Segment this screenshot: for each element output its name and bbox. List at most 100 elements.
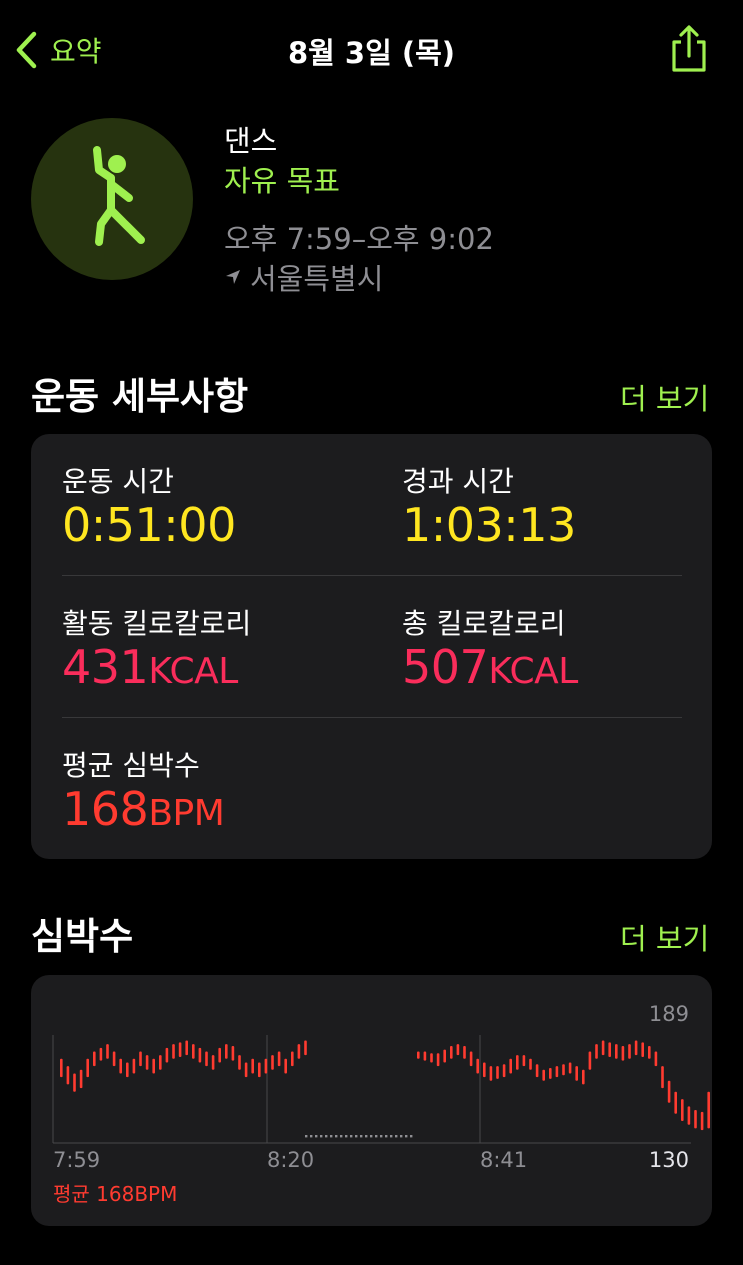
details-more-link[interactable]: 더 보기 [620,376,709,418]
heart-rate-bar [86,1058,89,1078]
heart-rate-bar [687,1106,691,1125]
chart-gap-dot [405,1135,408,1138]
heart-rate-bar [496,1066,499,1079]
y-axis-max-label: 189 [649,1002,689,1026]
divider [62,717,682,718]
page-title: 8월 3일 (목) [287,36,456,70]
active-calories-number: 431 [62,640,149,694]
chart-gap-dot [400,1135,403,1138]
heart-rate-bar [588,1051,592,1070]
heart-rate-bar [417,1051,420,1059]
heart-rate-bar [529,1058,532,1070]
location-text: 서울특별시 [250,262,384,296]
chart-gap-dot [410,1135,413,1138]
chart-gap-dot [385,1135,388,1138]
heart-rate-bar [443,1049,446,1063]
heart-rate-bar [483,1062,486,1078]
heart-rate-bar [568,1062,572,1074]
heart-rate-bar [476,1058,479,1074]
heart-rate-bar [238,1055,241,1070]
workout-time-value: 0:51:00 [62,498,236,552]
workout-icon [31,118,193,280]
chart-gap-dot [320,1135,323,1138]
heart-rate-bar [152,1058,155,1074]
heart-rate-bar [284,1058,287,1074]
heart-rate-bar [423,1051,427,1061]
heart-rate-bar [522,1055,526,1067]
heart-rate-bar [621,1045,625,1061]
dance-icon [93,146,145,246]
chart-gap-dot [380,1135,383,1138]
heart-rate-bar [277,1051,281,1067]
heart-rate-bar [79,1069,83,1089]
heart-rate-bar [165,1047,169,1063]
location-arrow-icon [226,270,240,284]
heart-rate-bar [159,1055,162,1070]
share-button[interactable] [668,24,710,74]
heart-rate-bar [126,1062,129,1078]
heart-rate-bar [535,1064,539,1078]
heart-rate-bar [205,1051,208,1067]
elapsed-time-value: 1:03:13 [402,498,576,552]
heart-rate-bar [674,1091,677,1114]
heart-rate-bar [139,1051,142,1067]
heart-rate-bar [271,1055,274,1070]
heart-rate-bar [549,1067,552,1079]
details-section-title: 운동 세부사항 [31,375,249,418]
heart-rate-bar [119,1058,122,1074]
workout-goal: 자유 목표 [224,164,340,198]
heart-rate-bar [73,1073,76,1092]
heart-rate-bar [700,1111,704,1131]
heart-rate-bar [60,1058,63,1078]
x-axis-label: 8:41 [480,1148,527,1172]
heart-rate-bar [615,1044,618,1059]
heart-rate-bar [634,1040,638,1056]
heart-rate-bar [450,1045,453,1059]
heart-rate-bar [608,1042,611,1057]
heart-rate-more-link[interactable]: 더 보기 [620,916,709,958]
chart-gap-dot [310,1135,313,1138]
avg-heart-rate-label: 평균 심박수 [62,749,200,782]
heart-rate-bar [489,1066,493,1081]
heart-rate-bar [145,1055,149,1070]
chart-gap-dot [360,1135,363,1138]
x-axis-label: 7:59 [53,1148,100,1172]
workout-time-range: 오후 7:59–오후 9:02 [224,222,494,256]
heart-rate-bar [172,1044,175,1059]
heart-rate-bar [648,1045,651,1059]
heart-rate-bar [211,1055,215,1070]
active-calories-unit: KCAL [148,651,238,692]
total-calories-unit: KCAL [488,651,578,692]
chart-gap-dot [340,1135,343,1138]
heart-rate-bar [99,1047,103,1061]
chart-gap-dot [315,1135,318,1138]
heart-rate-bar [198,1047,202,1063]
heart-rate-chart-card[interactable]: 7:59 8:20 8:41 189 130 평균 168BPM [31,975,712,1226]
workout-location: 서울특별시 [224,256,383,298]
total-calories-value: 507KCAL [402,640,578,694]
x-axis-label: 8:20 [267,1148,314,1172]
heart-rate-bar [218,1047,221,1063]
heart-rate-bar [185,1040,188,1056]
heart-rate-bar [641,1042,644,1057]
heart-rate-bar [582,1069,585,1085]
heart-rate-bar [469,1051,473,1067]
avg-heart-rate-value: 168BPM [62,782,225,836]
heart-rate-bar [463,1045,466,1059]
heart-rate-bar [264,1058,268,1074]
heart-rate-average: 평균 168BPM [53,1182,178,1206]
heart-rate-bar [112,1051,116,1067]
chart-gap-dot [355,1135,358,1138]
heart-rate-bar [436,1053,440,1067]
active-calories-value: 431KCAL [62,640,238,694]
heart-rate-bar [178,1042,182,1057]
heart-rate-bar [542,1069,545,1081]
heart-rate-bar [502,1064,506,1078]
chart-gap-dot [395,1135,398,1138]
chart-gap-dot [375,1135,378,1138]
chart-gap-dot [330,1135,333,1138]
heart-rate-bar [654,1051,658,1067]
heart-rate-bar [694,1110,697,1129]
heart-rate-bar [707,1091,710,1129]
chart-gap-dot [370,1135,373,1138]
